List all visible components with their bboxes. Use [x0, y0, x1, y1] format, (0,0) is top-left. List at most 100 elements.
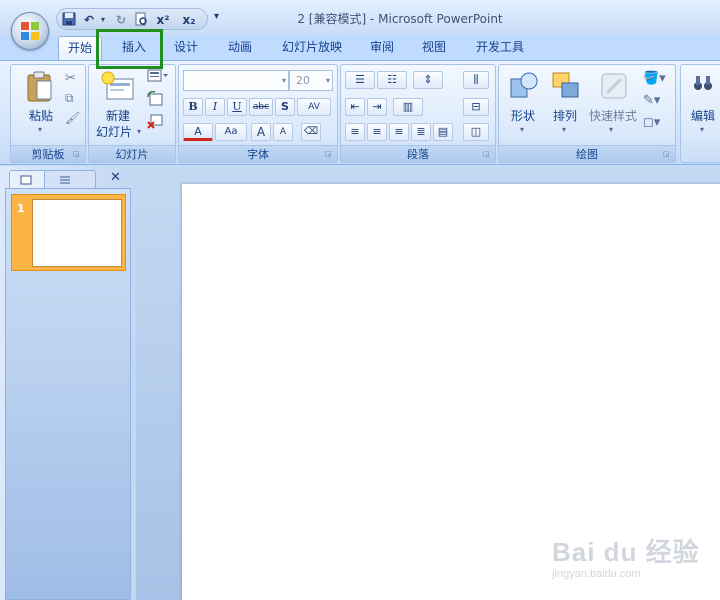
paste-icon: [27, 71, 52, 102]
slides-group-label: 幻灯片: [89, 145, 175, 162]
arrange-dropdown-icon[interactable]: ▾: [562, 125, 566, 134]
strikethrough-button[interactable]: abc: [249, 98, 273, 116]
smartart-convert-button[interactable]: ◫: [463, 123, 489, 141]
new-slide-icon: [101, 71, 134, 100]
quick-access-toolbar: ↶ ▾ ↻ x² x₂: [56, 8, 208, 30]
tab-developer[interactable]: 开发工具: [466, 36, 534, 60]
tab-outline[interactable]: [44, 170, 96, 189]
tab-view[interactable]: 视图: [414, 36, 454, 60]
superscript-icon[interactable]: x²: [155, 12, 171, 28]
outline-view-icon: [60, 176, 70, 184]
new-slide-label-2: 幻灯片: [95, 125, 132, 139]
paragraph-group: ☰ ☷ ⇕ ⫼ ⇤ ⇥ ▥ ⊟ ≡ ≡ ≡ ≣ ▤ ◫ 段落 ◲: [340, 64, 496, 163]
shape-outline-icon[interactable]: ✎▾: [643, 93, 669, 108]
paste-dropdown-icon[interactable]: ▾: [38, 125, 42, 134]
reset-slide-icon[interactable]: [147, 90, 165, 107]
drawing-launcher-icon[interactable]: ◲: [663, 150, 672, 159]
find-binoculars-icon: [694, 76, 712, 90]
insert-tab-highlight: [96, 29, 163, 69]
watermark-url: jingyan.baidu.com: [552, 568, 641, 580]
delete-slide-icon[interactable]: [147, 113, 165, 129]
tab-design[interactable]: 设计: [166, 36, 206, 60]
tab-review[interactable]: 审阅: [362, 36, 402, 60]
shapes-label: 形状: [510, 109, 535, 123]
shapes-button[interactable]: 形状 ▾: [503, 69, 543, 139]
increase-indent-button[interactable]: ⇥: [367, 98, 387, 116]
align-right-button[interactable]: ≡: [389, 123, 409, 141]
columns-button[interactable]: ▥: [393, 98, 423, 116]
slide-number: 1: [17, 202, 25, 215]
text-direction-button[interactable]: ⫼: [463, 71, 489, 89]
close-panel-icon[interactable]: ✕: [110, 170, 121, 185]
shapes-icon: [510, 72, 538, 98]
ribbon: 粘贴 ▾ ✂ ⧉ 🖌 剪贴板 ◲ 新建 幻灯片 ▾ 幻灯片 ▾ 20 ▾ B I…: [0, 60, 720, 165]
align-left-button[interactable]: ≡: [345, 123, 365, 141]
save-icon[interactable]: [61, 12, 77, 28]
tab-slide-show[interactable]: 幻灯片放映: [272, 36, 352, 60]
tab-slides-thumbnails[interactable]: [9, 170, 47, 189]
bullets-button[interactable]: ☰: [345, 71, 375, 89]
edit-button[interactable]: 编辑 ▾: [685, 71, 720, 141]
paste-label: 粘贴: [28, 109, 53, 123]
print-preview-icon[interactable]: [133, 12, 149, 28]
new-slide-button[interactable]: 新建 幻灯片 ▾: [91, 71, 145, 141]
numbering-button[interactable]: ☷: [377, 71, 407, 89]
format-painter-icon[interactable]: 🖌: [65, 111, 80, 125]
font-size-dropdown-icon[interactable]: ▾: [326, 71, 330, 90]
slide-thumbnail[interactable]: [32, 199, 122, 267]
bold-button[interactable]: B: [183, 98, 203, 116]
align-center-button[interactable]: ≡: [367, 123, 387, 141]
slide-thumbnail-row[interactable]: 1: [11, 194, 126, 271]
italic-button[interactable]: I: [205, 98, 225, 116]
office-logo-icon: [21, 22, 40, 41]
grow-font-button[interactable]: A: [251, 123, 271, 141]
shape-fill-icon[interactable]: 🪣▾: [643, 71, 669, 86]
window-title: 2 [兼容模式] - Microsoft PowerPoint: [297, 12, 503, 26]
shadow-button[interactable]: S: [275, 98, 295, 116]
shape-effects-icon[interactable]: ◻▾: [643, 115, 669, 130]
redo-icon[interactable]: ↻: [113, 12, 129, 28]
undo-dropdown-icon[interactable]: ▾: [95, 12, 111, 28]
char-spacing-button[interactable]: AV: [297, 98, 331, 116]
font-size-combo[interactable]: 20 ▾: [289, 70, 333, 91]
underline-button[interactable]: U: [227, 98, 247, 116]
cut-icon[interactable]: ✂: [65, 71, 76, 86]
edit-dropdown-icon[interactable]: ▾: [700, 125, 704, 134]
layout-icon[interactable]: [147, 69, 169, 85]
subscript-icon[interactable]: x₂: [181, 12, 197, 28]
change-case-button[interactable]: Aa: [215, 123, 247, 141]
clipboard-group: 粘贴 ▾ ✂ ⧉ 🖌 剪贴板 ◲: [10, 64, 86, 163]
drawing-group-label: 绘图: [499, 145, 675, 162]
shapes-dropdown-icon[interactable]: ▾: [520, 125, 524, 134]
shrink-font-button[interactable]: A: [273, 123, 293, 141]
font-size-value: 20: [296, 74, 310, 87]
quick-styles-button[interactable]: 快速样式 ▾: [587, 69, 639, 139]
clipboard-launcher-icon[interactable]: ◲: [73, 150, 82, 159]
font-name-dropdown-icon[interactable]: ▾: [282, 71, 286, 90]
distributed-button[interactable]: ▤: [433, 123, 453, 141]
tab-animations[interactable]: 动画: [218, 36, 262, 60]
line-spacing-button[interactable]: ⇕: [413, 71, 443, 89]
arrange-button[interactable]: 排列 ▾: [545, 69, 585, 139]
new-slide-dropdown-icon[interactable]: ▾: [137, 127, 141, 136]
edit-label: 编辑: [690, 109, 715, 123]
arrange-icon: [552, 72, 579, 98]
paste-button[interactable]: 粘贴 ▾: [21, 71, 61, 135]
new-slide-label-1: 新建: [105, 109, 130, 123]
customize-qat-icon[interactable]: ▾: [214, 11, 219, 22]
font-name-combo[interactable]: ▾: [183, 70, 289, 91]
drawing-group: 形状 ▾ 排列 ▾ 快速样式 ▾ 🪣▾ ✎▾ ◻▾ 绘图 ◲: [498, 64, 676, 163]
decrease-indent-button[interactable]: ⇤: [345, 98, 365, 116]
quick-styles-label: 快速样式: [588, 109, 637, 123]
justify-button[interactable]: ≣: [411, 123, 431, 141]
watermark-logo: Bai du 经验: [552, 537, 700, 567]
align-text-button[interactable]: ⊟: [463, 98, 489, 116]
font-color-button[interactable]: A: [183, 123, 213, 141]
clear-format-button[interactable]: ⌫: [301, 123, 321, 141]
quick-styles-dropdown-icon[interactable]: ▾: [609, 125, 613, 134]
office-button[interactable]: [11, 12, 49, 50]
font-launcher-icon[interactable]: ◲: [325, 150, 334, 159]
quick-styles-icon: [601, 73, 627, 99]
paragraph-launcher-icon[interactable]: ◲: [483, 150, 492, 159]
copy-icon[interactable]: ⧉: [65, 91, 74, 106]
